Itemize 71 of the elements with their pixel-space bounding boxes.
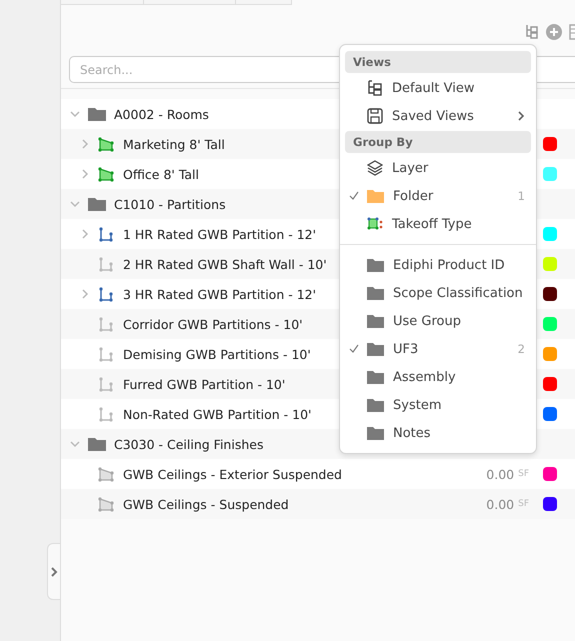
color-swatch[interactable] (543, 407, 557, 421)
folder-icon (88, 437, 106, 451)
folder-icon (367, 342, 384, 356)
folder-icon (367, 286, 384, 300)
folder-icon (88, 107, 106, 121)
unit-label: SF (518, 499, 529, 509)
menu-item[interactable]: Ediphi Product ID (345, 251, 531, 279)
menu-item[interactable]: Scope Classification (345, 279, 531, 307)
color-swatch[interactable] (543, 317, 557, 331)
takeoff-label[interactable]: Furred GWB Partition - 10' (123, 376, 286, 392)
chevron-right-icon (50, 566, 58, 578)
takeoff-label[interactable]: 1 HR Rated GWB Partition - 12' (123, 226, 316, 242)
menu-section-header: Group By (345, 131, 531, 153)
chevron-icon[interactable] (80, 169, 90, 179)
add-icon[interactable] (546, 24, 562, 40)
chevron-icon[interactable] (80, 289, 90, 299)
layers-icon (367, 160, 383, 176)
color-swatch[interactable] (543, 227, 557, 241)
takeoff-label[interactable]: Corridor GWB Partitions - 10' (123, 316, 303, 332)
save-icon (367, 108, 383, 124)
folder-icon (88, 197, 106, 211)
takeoff-label[interactable]: GWB Ceilings - Exterior Suspended (123, 466, 342, 482)
tree-view-icon[interactable] (525, 24, 539, 40)
takeoff-label[interactable]: 3 HR Rated GWB Partition - 12' (123, 286, 316, 302)
expand-panel-button[interactable] (47, 543, 60, 600)
menu-item[interactable]: Saved Views (345, 102, 531, 130)
chevron-icon[interactable] (70, 199, 80, 209)
menu-item[interactable]: System (345, 391, 531, 419)
tab[interactable] (236, 0, 292, 5)
menu-item[interactable]: UF3 2 (345, 335, 531, 363)
quantity-value: 0.00 (486, 466, 514, 482)
color-swatch[interactable] (543, 257, 557, 271)
menu-section-header: Views (345, 51, 531, 73)
folder-icon (367, 426, 384, 440)
takeoff-label[interactable]: Demising GWB Partitions - 10' (123, 346, 311, 362)
color-swatch[interactable] (543, 497, 557, 511)
tab[interactable] (61, 0, 144, 5)
menu-item[interactable]: Takeoff Type (345, 210, 531, 238)
table-icon[interactable] (569, 24, 575, 40)
color-swatch[interactable] (543, 137, 557, 151)
menu-item[interactable]: Notes (345, 419, 531, 447)
color-swatch[interactable] (543, 467, 557, 481)
takeoff-label[interactable]: Non-Rated GWB Partition - 10' (123, 406, 312, 422)
chevron-icon[interactable] (70, 439, 80, 449)
group-label[interactable]: A0002 - Rooms (114, 106, 209, 122)
count-label: 2 (518, 342, 525, 356)
menu-item[interactable]: Use Group (345, 307, 531, 335)
menu-item[interactable]: Assembly (345, 363, 531, 391)
takeoff-label[interactable]: Office 8' Tall (123, 166, 199, 182)
color-swatch[interactable] (543, 167, 557, 181)
quantity-value: 0.00 (486, 496, 514, 512)
unit-label: SF (518, 469, 529, 479)
folder-icon (367, 314, 384, 328)
menu-item[interactable]: Folder 1 (345, 182, 531, 210)
takeoff-label[interactable]: 2 HR Rated GWB Shaft Wall - 10' (123, 256, 327, 272)
group-label[interactable]: C3030 - Ceiling Finishes (114, 436, 264, 452)
tree-view-icon (367, 80, 383, 96)
chevron-icon[interactable] (80, 139, 90, 149)
group-label[interactable]: C1010 - Partitions (114, 196, 226, 212)
count-label: 1 (518, 189, 525, 203)
chevron-icon[interactable] (80, 229, 90, 239)
takeoff-label[interactable]: Marketing 8' Tall (123, 136, 225, 152)
takeoff-label[interactable]: GWB Ceilings - Suspended (123, 496, 289, 512)
tab[interactable] (144, 0, 236, 5)
chevron-icon[interactable] (70, 109, 80, 119)
takeoff-type-icon (367, 217, 383, 231)
folder-icon (367, 258, 384, 272)
color-swatch[interactable] (543, 377, 557, 391)
color-swatch[interactable] (543, 347, 557, 361)
menu-item[interactable]: Layer (345, 154, 531, 182)
color-swatch[interactable] (543, 287, 557, 301)
